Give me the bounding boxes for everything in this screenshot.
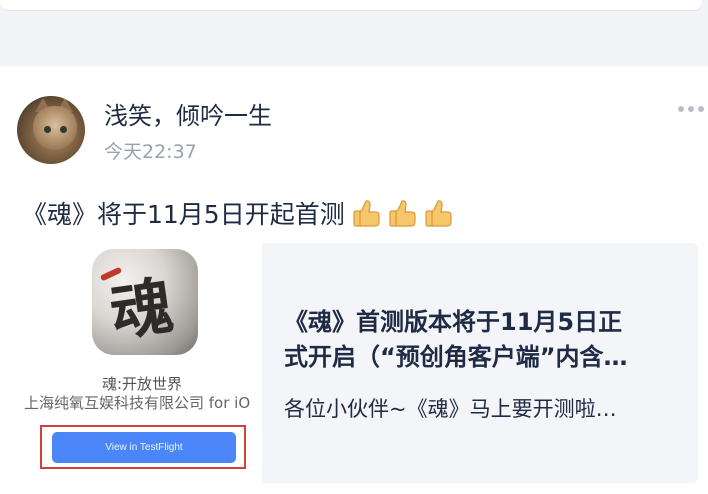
link-thumbnail: 魂 魂:开放世界 上海纯氧互娱科技有限公司 for iO View in Tes…: [22, 243, 262, 483]
app-icon-glyph: 魂: [105, 268, 178, 350]
cat-eye-left: [44, 126, 51, 133]
avatar[interactable]: [17, 96, 85, 164]
avatar-cat-image: [33, 106, 77, 150]
shared-link-card[interactable]: 魂 魂:开放世界 上海纯氧互娱科技有限公司 for iO View in Tes…: [22, 243, 698, 483]
post-text: 《魂》将于11月5日开起首测: [22, 200, 345, 229]
post-card[interactable]: 浅笑，倾吟一生 今天22:37 《魂》将于11月5日开起首测 魂 魂:开放世界 …: [0, 66, 708, 494]
link-title-line-2: 式开启（“预创角客户端”内含…: [284, 343, 628, 371]
thumbs-up-icon: [353, 200, 380, 227]
previous-post-card-bottom: [0, 0, 702, 10]
previous-post-card-edge: [0, 0, 708, 38]
view-in-testflight-button: View in TestFlight: [52, 432, 236, 463]
thumbs-up-icon: [389, 200, 416, 227]
app-developer: 上海纯氧互娱科技有限公司 for iO: [24, 394, 251, 412]
link-description: 各位小伙伴~《魂》马上要开测啦…: [284, 397, 617, 421]
app-icon: 魂: [92, 249, 198, 355]
post-content: 《魂》将于11月5日开起首测: [22, 195, 453, 231]
post-timestamp: 今天22:37: [104, 141, 197, 163]
thumbs-up-icon: [425, 200, 452, 227]
cat-eye-right: [60, 126, 67, 133]
user-name[interactable]: 浅笑，倾吟一生: [104, 96, 272, 131]
more-dots-icon[interactable]: [678, 106, 704, 112]
link-title: 《魂》首测版本将于11月5日正 式开启（“预创角客户端”内含…: [284, 305, 684, 375]
thumbs-up-emojis: [351, 197, 453, 229]
app-name: 魂:开放世界: [101, 375, 183, 393]
link-title-line-1: 《魂》首测版本将于11月5日正: [284, 308, 623, 336]
